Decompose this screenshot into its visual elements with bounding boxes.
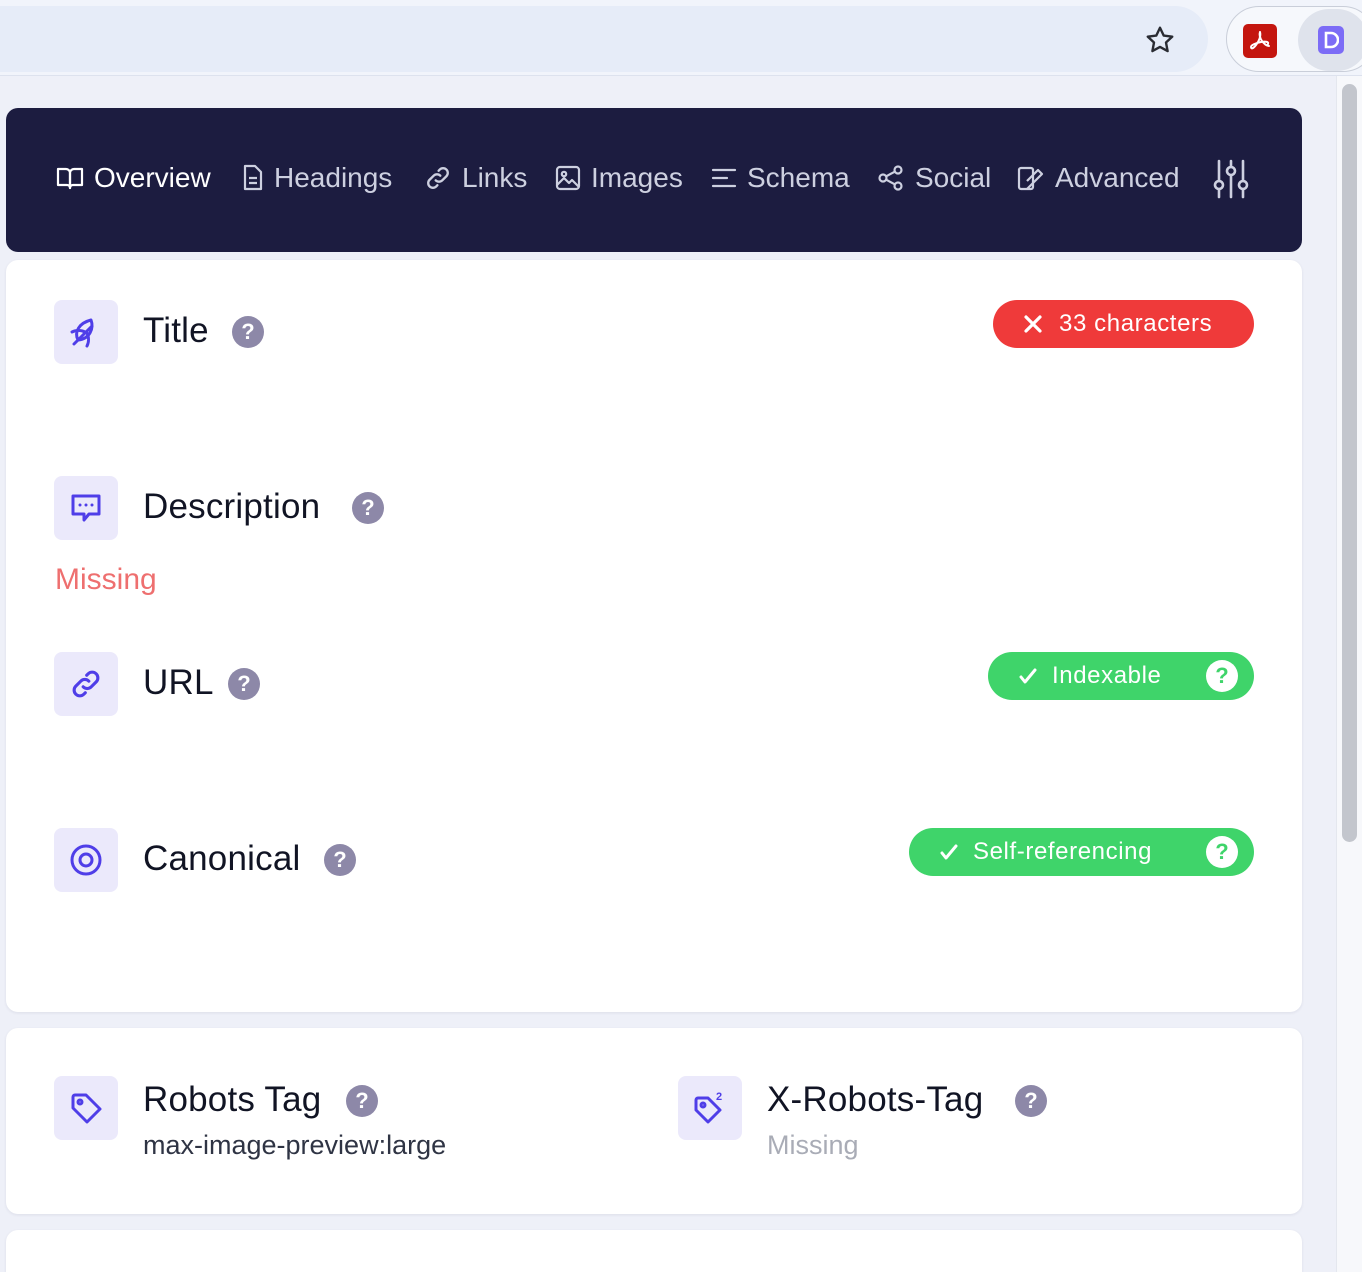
title-badge-text: 33 characters: [1059, 310, 1213, 337]
self-referencing-badge-text: Self-referencing: [973, 838, 1153, 865]
description-icon-tile: [54, 476, 118, 540]
document-icon: [243, 164, 263, 191]
tab-label: Images: [591, 162, 683, 193]
link-icon: [72, 670, 100, 698]
svg-text:2: 2: [716, 1091, 722, 1103]
canonical-label: Canonical: [143, 839, 301, 878]
tab-schema[interactable]: Schema: [711, 158, 850, 198]
check-icon: [1019, 668, 1037, 684]
title-help-icon[interactable]: ?: [232, 316, 264, 348]
target-icon: [70, 844, 102, 876]
tab-advanced[interactable]: Advanced: [1017, 158, 1180, 198]
tab-label: Schema: [747, 162, 850, 193]
pdf-extension-icon[interactable]: [1243, 24, 1277, 58]
description-label: Description: [143, 487, 321, 526]
star-icon[interactable]: [1140, 20, 1180, 60]
lines-icon: [711, 168, 737, 188]
close-icon: [1024, 315, 1042, 333]
tab-label: Headings: [274, 162, 393, 193]
sliders-icon[interactable]: [1211, 158, 1251, 200]
tag-squared-icon: 2: [694, 1091, 722, 1124]
scrollbar-thumb[interactable]: [1342, 84, 1357, 842]
tab-label: Overview: [94, 162, 211, 193]
chat-icon: [71, 494, 101, 522]
indexable-badge-text: Indexable: [1052, 662, 1162, 689]
check-icon: [940, 844, 958, 860]
tab-images[interactable]: Images: [555, 158, 683, 198]
url-help-icon[interactable]: ?: [228, 668, 260, 700]
advanced-icon: [1017, 166, 1044, 191]
tab-overview[interactable]: Overview: [56, 158, 211, 198]
robots-tag-label: Robots Tag: [143, 1080, 322, 1119]
title-label: Title: [143, 311, 209, 350]
description-help-icon[interactable]: ?: [352, 492, 384, 524]
share-icon: [878, 165, 903, 191]
title-icon-tile: [54, 300, 118, 364]
robots-card: [6, 1028, 1302, 1214]
tab-label: Advanced: [1055, 162, 1180, 193]
url-icon-tile: [54, 652, 118, 716]
browser-toolbar: [0, 0, 1362, 76]
image-icon: [555, 165, 581, 191]
x-robots-tag-label: X-Robots-Tag: [767, 1080, 984, 1119]
feather-icon: [70, 318, 94, 348]
link-icon: [427, 167, 449, 189]
robots-tag-help-icon[interactable]: ?: [346, 1085, 378, 1117]
book-icon: [56, 167, 84, 190]
x-robots-tag-icon-tile: 2: [678, 1076, 742, 1140]
tab-headings[interactable]: Headings: [242, 158, 392, 198]
self-referencing-help-icon[interactable]: ?: [1206, 836, 1238, 868]
next-card: [6, 1230, 1302, 1272]
tab-label: Links: [462, 162, 528, 193]
tab-links[interactable]: Links: [424, 158, 527, 198]
address-bar[interactable]: [0, 6, 1208, 72]
self-referencing-badge: Self-referencing: [909, 828, 1254, 876]
robots-tag-icon-tile: [54, 1076, 118, 1140]
canonical-help-icon[interactable]: ?: [324, 844, 356, 876]
indexable-help-icon[interactable]: ?: [1206, 660, 1238, 692]
overview-card: [6, 260, 1302, 1012]
description-missing-text: Missing: [55, 563, 157, 596]
robots-tag-value: max-image-preview:large: [143, 1130, 447, 1160]
tag-icon: [71, 1093, 102, 1124]
url-label: URL: [143, 663, 214, 702]
detailed-extension-icon[interactable]: [1298, 9, 1362, 71]
tab-label: Social: [915, 162, 992, 193]
x-robots-tag-value: Missing: [767, 1130, 859, 1160]
canonical-icon-tile: [54, 828, 118, 892]
x-robots-tag-help-icon[interactable]: ?: [1015, 1085, 1047, 1117]
title-length-badge: 33 characters: [993, 300, 1254, 348]
tab-social[interactable]: Social: [877, 158, 991, 198]
